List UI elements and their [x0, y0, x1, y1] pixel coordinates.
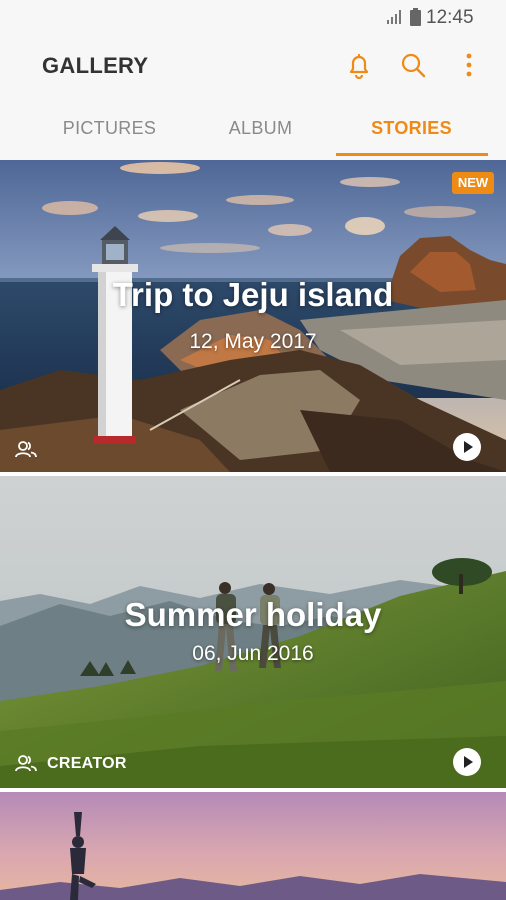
battery-icon — [410, 8, 421, 26]
tab-bar: PICTURES ALBUM STORIES — [34, 116, 488, 156]
play-icon — [464, 441, 473, 453]
app-bar: GALLERY PICTURES ALBUM STORIES — [0, 36, 506, 160]
story-date: 06, Jun 2016 — [192, 642, 314, 665]
tab-album[interactable]: ALBUM — [185, 116, 336, 156]
story-card[interactable]: Summer holiday 06, Jun 2016 CREATOR — [0, 476, 506, 788]
tab-stories[interactable]: STORIES — [336, 116, 487, 156]
story-title: Trip to Jeju island — [112, 276, 394, 313]
story-card[interactable] — [0, 792, 506, 900]
new-badge: NEW — [452, 172, 494, 194]
bell-icon — [349, 53, 369, 79]
creator-label: CREATOR — [47, 755, 127, 772]
selected-tab-indicator — [336, 153, 488, 156]
status-bar: 12:45 — [0, 0, 506, 36]
app-title: GALLERY — [42, 53, 149, 78]
signal-icon — [387, 10, 401, 24]
story-cover-image — [0, 160, 506, 472]
search-icon — [401, 53, 426, 78]
more-vert-icon — [466, 53, 472, 77]
story-card[interactable]: NEW Trip to Jeju island 12, May 2017 — [0, 160, 506, 472]
story-title: Summer holiday — [124, 596, 382, 633]
status-time: 12:45 — [426, 7, 474, 28]
play-button[interactable] — [453, 748, 481, 776]
story-cover-image — [0, 792, 506, 900]
shared-people-icon — [15, 755, 37, 772]
story-date: 12, May 2017 — [189, 330, 317, 353]
play-button[interactable] — [453, 433, 481, 461]
notifications-button[interactable] — [344, 50, 374, 80]
play-icon — [464, 756, 473, 768]
more-options-button[interactable] — [454, 50, 484, 80]
search-button[interactable] — [398, 50, 428, 80]
tab-pictures[interactable]: PICTURES — [34, 116, 185, 156]
shared-people-icon — [15, 441, 37, 458]
